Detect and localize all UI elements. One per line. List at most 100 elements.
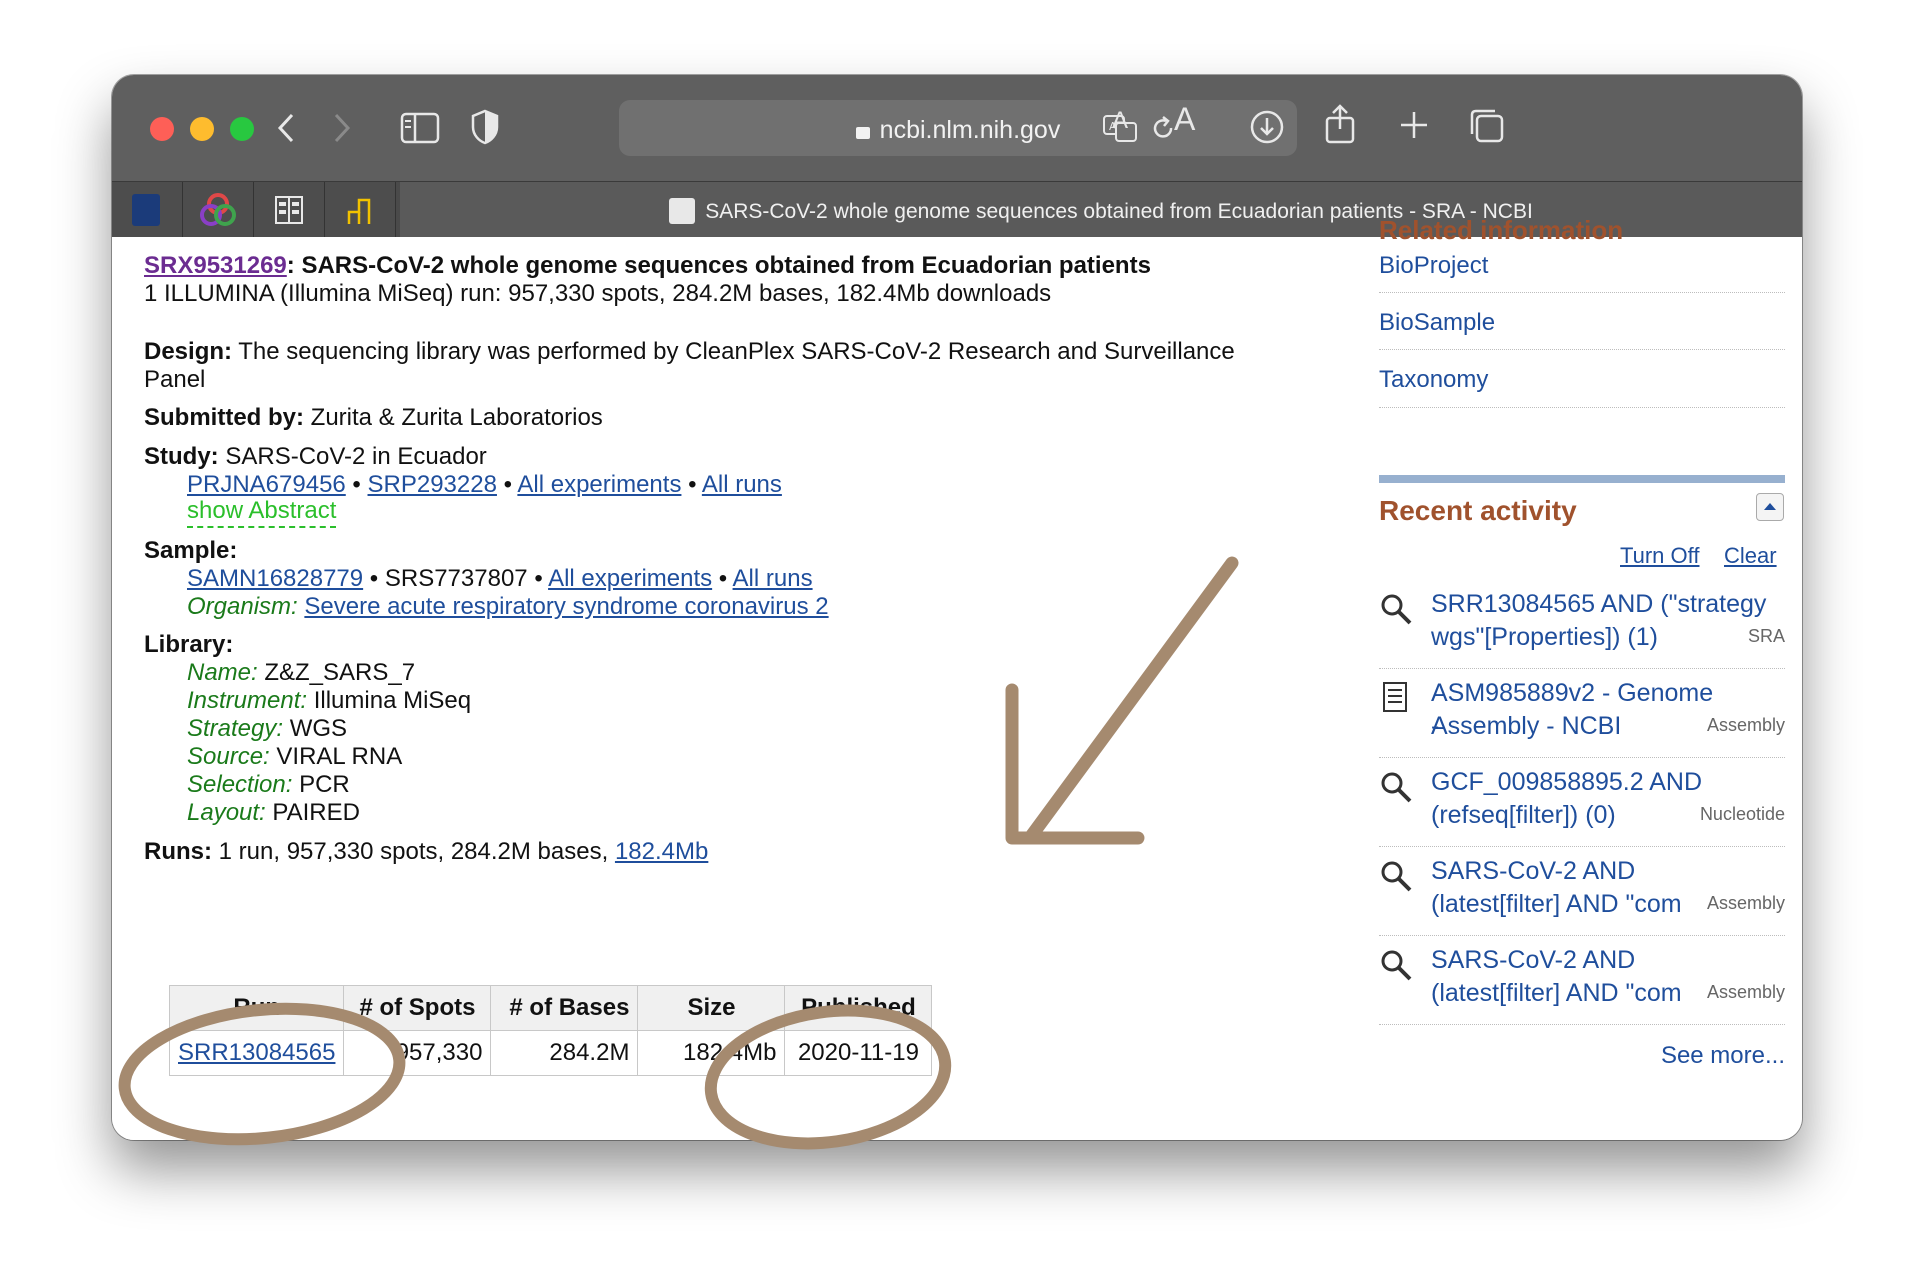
recent-item-db: Assembly	[1706, 893, 1785, 913]
list-item[interactable]: SARS-CoV-2 AND (latest[filter] AND "com …	[1379, 944, 1785, 1026]
list-item[interactable]: ASM985889v2 - Genome - Assembly - NCBI A…	[1379, 677, 1785, 759]
show-abstract-link[interactable]: show Abstract	[187, 496, 337, 528]
run-accession-link[interactable]: SRR13084565	[178, 1039, 335, 1066]
runs-summary: Runs: 1 run, 957,330 spots, 284.2M bases…	[144, 835, 708, 869]
runs-label: Runs:	[144, 838, 212, 865]
list-item[interactable]: GCF_009858895.2 AND (refseq[filter]) (0)…	[1379, 766, 1785, 848]
design-text: The sequencing library was performed by …	[232, 338, 1235, 365]
column-header-run: Run	[168, 985, 345, 1031]
collapse-button[interactable]	[1756, 493, 1784, 521]
design-line-2: Panel	[144, 366, 206, 393]
new-tab-icon[interactable]	[1398, 109, 1430, 141]
clear-link[interactable]: Clear	[1724, 543, 1777, 569]
forward-icon[interactable]	[330, 111, 354, 145]
browser-toolbar: ncbi.nlm.nih.gov A A A	[112, 75, 1802, 181]
recent-item-line2: (latest[filter] AND "com	[1431, 890, 1682, 918]
library-field-value: PCR	[292, 771, 350, 798]
recent-item-line2: Assembly - NCBI	[1431, 712, 1622, 740]
sample-all-experiments-link[interactable]: All experiments	[548, 565, 712, 592]
recent-item-line1: SRR13084565 AND ("strategy	[1431, 590, 1767, 618]
chevron-up-icon	[1764, 503, 1776, 510]
tab-overview-icon[interactable]	[1468, 107, 1506, 145]
zoom-window-button[interactable]	[230, 117, 254, 141]
library-field-label: Instrument:	[187, 687, 308, 714]
recent-item-line1: SARS-CoV-2 AND	[1431, 857, 1636, 885]
list-item[interactable]: SRR13084565 AND ("strategy wgs"[Properti…	[1379, 588, 1785, 670]
published-cell: 2020-11-19	[784, 1030, 933, 1076]
bioproject-link[interactable]: BioProject	[1379, 252, 1488, 280]
recent-item-line2: (refseq[filter]) (0)	[1431, 801, 1616, 829]
lock-icon	[855, 127, 870, 139]
divider	[1379, 292, 1785, 293]
see-more-link[interactable]: See more...	[1661, 1042, 1785, 1070]
reload-icon[interactable]	[1149, 114, 1177, 142]
runs-table-header: Run # of Spots # of Bases Size Published	[168, 985, 933, 1031]
library-field-label: Name:	[187, 659, 258, 686]
privacy-shield-icon[interactable]	[470, 108, 500, 146]
recent-item-line1: SARS-CoV-2 AND	[1431, 946, 1636, 974]
recent-item-line2: wgs"[Properties]) (1)	[1431, 623, 1658, 651]
pinned-tab-unam[interactable]	[112, 182, 183, 238]
minimize-window-button[interactable]	[190, 117, 214, 141]
library-field-label: Strategy:	[187, 715, 284, 742]
study-all-experiments-link[interactable]: All experiments	[517, 471, 681, 498]
library-layout: Layout: PAIRED	[187, 796, 360, 830]
library-field-value: PAIRED	[265, 799, 360, 826]
download-icon[interactable]	[1249, 109, 1285, 145]
biosample-accession-link[interactable]: SAMN16828779	[187, 565, 363, 592]
library-field-label: Source:	[187, 743, 270, 770]
column-header-size: Size	[637, 985, 786, 1031]
book-icon	[275, 196, 303, 224]
pinned-tab-rings[interactable]	[183, 182, 254, 238]
divider	[1379, 407, 1785, 408]
organism-label: Organism:	[187, 593, 298, 620]
sra-favicon-icon	[669, 198, 696, 224]
record-summary: 1 ILLUMINA (Illumina MiSeq) run: 957,330…	[144, 280, 1052, 307]
organism: Organism: Severe acute respiratory syndr…	[187, 590, 829, 624]
divider	[1379, 1024, 1785, 1025]
study-all-runs-link[interactable]: All runs	[702, 471, 782, 498]
run-cell: SRR13084565	[168, 1030, 345, 1076]
recent-activity-heading: Recent activity	[1379, 495, 1577, 526]
runs-table: Run # of Spots # of Bases Size Published…	[168, 985, 933, 1076]
pinned-tab-graph[interactable]	[325, 182, 396, 238]
sidebar-icon[interactable]	[400, 111, 440, 145]
text-smaller-button[interactable]: A	[1112, 107, 1128, 135]
design-line-1: Design: The sequencing library was perfo…	[144, 335, 1235, 369]
column-header-published: Published	[784, 985, 933, 1031]
search-icon	[1381, 594, 1412, 625]
share-icon[interactable]	[1322, 103, 1358, 145]
biosample-link[interactable]: BioSample	[1379, 309, 1495, 337]
recent-item-db: Nucleotide	[1699, 804, 1785, 824]
library-field-value: Illumina MiSeq	[307, 687, 472, 714]
recent-item-db: SRA	[1747, 626, 1785, 646]
related-information-heading: Related information	[1379, 215, 1624, 245]
turn-off-link[interactable]: Turn Off	[1620, 543, 1699, 569]
search-icon	[1381, 950, 1412, 981]
text-larger-button[interactable]: A	[1174, 101, 1195, 138]
bioproject-accession-link[interactable]: PRJNA679456	[187, 471, 346, 498]
organism-link[interactable]: Severe acute respiratory syndrome corona…	[304, 593, 828, 620]
experiment-accession-link[interactable]: SRX9531269	[144, 252, 287, 279]
recent-activity-bar	[1379, 475, 1785, 483]
list-item[interactable]: SARS-CoV-2 AND (latest[filter] AND "com …	[1379, 855, 1785, 937]
table-row: SRR13084565 957,330 284.2M 182.4Mb 2020-…	[168, 1030, 933, 1076]
search-icon	[1381, 861, 1412, 892]
sample-all-runs-link[interactable]: All runs	[733, 565, 813, 592]
size-cell: 182.4Mb	[637, 1030, 786, 1076]
back-icon[interactable]	[274, 111, 298, 145]
pinned-tab-book[interactable]	[254, 182, 325, 238]
runs-size-link[interactable]: 182.4Mb	[615, 838, 708, 865]
srp-accession-link[interactable]: SRP293228	[368, 471, 497, 498]
close-window-button[interactable]	[150, 117, 174, 141]
taxonomy-link[interactable]: Taxonomy	[1379, 366, 1488, 394]
divider	[1379, 668, 1785, 669]
runs-summary-text: 1 run, 957,330 spots, 284.2M bases,	[212, 838, 615, 865]
library-field-label: Selection:	[187, 771, 293, 798]
page-content: SRX9531269: SARS-CoV-2 whole genome sequ…	[112, 215, 1802, 1140]
divider	[1379, 935, 1785, 936]
library-field-value: VIRAL RNA	[269, 743, 403, 770]
column-header-bases: # of Bases	[490, 985, 639, 1031]
recent-item-db: Assembly	[1706, 982, 1785, 1002]
recent-item-db: Assembly	[1706, 715, 1785, 735]
